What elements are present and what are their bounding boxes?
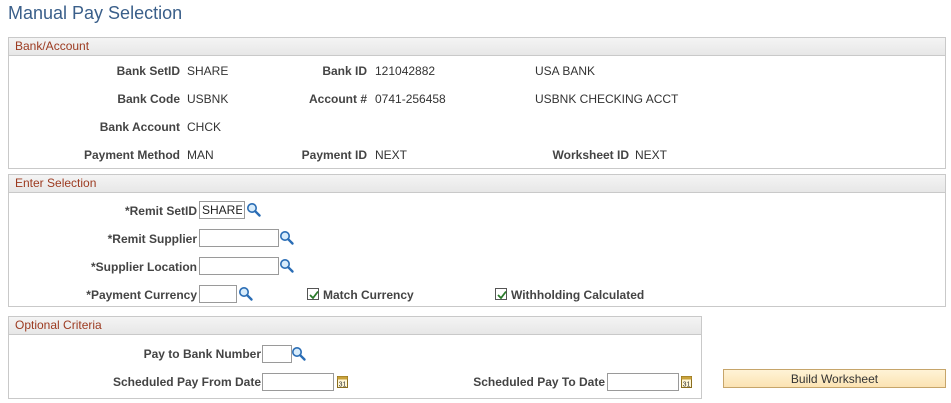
enter-selection-header: Enter Selection: [9, 175, 945, 193]
match-currency-checkbox[interactable]: [307, 288, 319, 300]
pay-to-bank-input[interactable]: [262, 345, 292, 363]
bank-id-value: 121042882: [375, 64, 436, 78]
bank-account-group: Bank/Account Bank SetID SHARE Bank ID 12…: [8, 37, 946, 169]
bank-code-value: USBNK: [187, 92, 229, 106]
remit-supplier-input[interactable]: [199, 229, 279, 247]
worksheet-id-label: Worksheet ID: [552, 148, 629, 162]
match-currency-label: Match Currency: [323, 288, 414, 302]
magnifier-icon[interactable]: [238, 286, 254, 302]
withholding-calculated-label: Withholding Calculated: [511, 288, 645, 302]
magnifier-icon[interactable]: [291, 346, 307, 362]
bank-account-value: CHCK: [187, 120, 222, 134]
magnifier-icon[interactable]: [279, 230, 295, 246]
from-date-label: Scheduled Pay From Date: [112, 375, 261, 389]
bank-setid-value: SHARE: [187, 64, 229, 78]
payment-currency-input[interactable]: [199, 285, 237, 303]
payment-currency-label: *Payment Currency: [86, 288, 197, 302]
checkmark-icon: [497, 290, 507, 300]
pay-to-bank-label: Pay to Bank Number: [143, 347, 261, 361]
build-worksheet-button[interactable]: Build Worksheet: [723, 369, 946, 388]
payment-id-label: Payment ID: [301, 148, 367, 162]
bank-name-value: USA BANK: [535, 64, 596, 78]
calendar-icon[interactable]: 31: [335, 374, 351, 390]
remit-setid-input[interactable]: [199, 201, 245, 219]
supplier-location-input[interactable]: [199, 257, 279, 275]
remit-setid-label: *Remit SetID: [124, 204, 197, 218]
supplier-location-label: *Supplier Location: [90, 260, 197, 274]
payment-id-value: NEXT: [375, 148, 408, 162]
magnifier-icon[interactable]: [279, 258, 295, 274]
svg-text:31: 31: [339, 382, 347, 389]
bank-account-label: Bank Account: [99, 120, 180, 134]
checkmark-icon: [309, 290, 319, 300]
calendar-icon[interactable]: 31: [679, 374, 695, 390]
remit-supplier-label: *Remit Supplier: [107, 232, 197, 246]
account-number-value: 0741-256458: [375, 92, 446, 106]
withholding-calculated-checkbox[interactable]: [495, 288, 507, 300]
optional-criteria-group: Optional Criteria Pay to Bank Number Sch…: [8, 316, 702, 399]
bank-setid-label: Bank SetID: [116, 64, 180, 78]
to-date-input[interactable]: [607, 373, 679, 391]
worksheet-id-value: NEXT: [635, 148, 668, 162]
account-name-value: USBNK CHECKING ACCT: [535, 92, 679, 106]
page-title: Manual Pay Selection: [8, 3, 183, 23]
from-date-input[interactable]: [262, 373, 334, 391]
payment-method-value: MAN: [187, 148, 214, 162]
optional-criteria-header: Optional Criteria: [9, 317, 701, 335]
enter-selection-group: Enter Selection *Remit SetID *Remit Supp…: [8, 174, 946, 307]
bank-code-label: Bank Code: [117, 92, 180, 106]
payment-method-label: Payment Method: [83, 148, 180, 162]
bank-id-label: Bank ID: [322, 64, 367, 78]
account-number-label: Account #: [308, 92, 367, 106]
svg-text:31: 31: [683, 382, 691, 389]
bank-account-header: Bank/Account: [9, 38, 945, 56]
to-date-label: Scheduled Pay To Date: [473, 375, 605, 389]
magnifier-icon[interactable]: [246, 202, 262, 218]
